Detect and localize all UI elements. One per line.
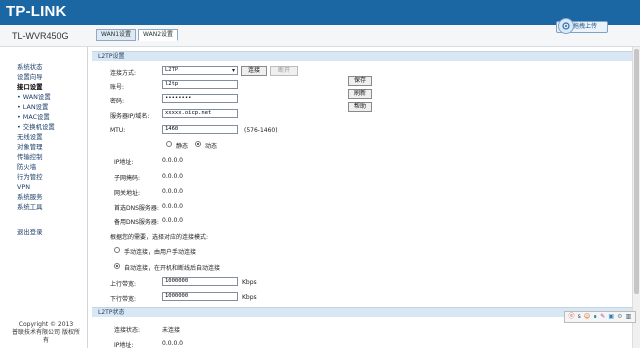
download-input[interactable]: 1000000	[162, 292, 238, 301]
dns1-value: 0.0.0.0	[162, 203, 183, 210]
conn-type-value: L2TP	[165, 67, 179, 73]
conn-state-value: 未连接	[162, 327, 181, 334]
sidebar-item-interface[interactable]: 接口设置	[17, 82, 55, 92]
menu-icon[interactable]: ▥	[626, 313, 632, 321]
sidebar-item-vpn[interactable]: VPN	[17, 182, 55, 192]
upload-label: 上行带宽:	[110, 281, 137, 288]
password-label: 密码:	[110, 98, 125, 105]
upload-icon[interactable]	[558, 18, 574, 34]
sidebar-item-transfer[interactable]: 传输控制	[17, 152, 55, 162]
static-radio[interactable]	[166, 141, 172, 147]
sidebar-nav: 系统状态 设置向导 接口设置 • WAN设置 • LAN设置 • MAC设置 •…	[0, 47, 88, 348]
sidebar-item-wireless[interactable]: 无线设置	[17, 132, 55, 142]
mask-value: 0.0.0.0	[162, 173, 183, 180]
sidebar-item-switch[interactable]: • 交换机设置	[17, 122, 55, 132]
sidebar-item-mac[interactable]: • MAC设置	[17, 112, 55, 122]
ip-label: IP地址:	[114, 159, 134, 166]
refresh-button[interactable]: 刷新	[348, 89, 372, 99]
status-ip-value: 0.0.0.0	[162, 340, 183, 347]
manual-label: 手动连接，由用户手动连接	[124, 249, 197, 256]
connect-button[interactable]: 连接	[241, 66, 267, 76]
sidebar-item-objects[interactable]: 对象管理	[17, 142, 55, 152]
settings-icon[interactable]: ⚙	[617, 313, 622, 321]
sidebar-item-firewall[interactable]: 防火墙	[17, 162, 55, 172]
conn-state-label: 连接状态:	[114, 327, 141, 334]
server-label: 服务器IP/域名:	[110, 113, 150, 120]
sidebar-item-setup-wizard[interactable]: 设置向导	[17, 72, 55, 82]
download-unit: Kbps	[242, 294, 257, 301]
pen-icon[interactable]: ✎	[600, 313, 605, 321]
input-toolbox: ⓔ ѕ ☺ ∎ ✎ ▣ ⚙ ▥	[564, 311, 636, 323]
copyright-line: 有	[42, 337, 49, 344]
top-header: TP-LINK	[0, 0, 640, 25]
gateway-value: 0.0.0.0	[162, 188, 183, 195]
static-label: 静态	[176, 143, 189, 150]
sidebar-item-wan[interactable]: • WAN设置	[17, 92, 55, 102]
logout-link[interactable]: 退出登录	[17, 227, 43, 236]
sub-header: TL-WVR450G WAN1设置 WAN2设置	[0, 25, 640, 47]
sidebar-item-lan[interactable]: • LAN设置	[17, 102, 55, 112]
save-button[interactable]: 保存	[348, 76, 372, 86]
punctuation-icon[interactable]: ѕ	[578, 313, 581, 321]
mode-prompt: 根据您的需要，选择对应的连接模式:	[110, 234, 209, 241]
manual-radio[interactable]	[114, 247, 120, 253]
server-input[interactable]: xxxxx.oicp.net	[162, 109, 238, 118]
skin-icon[interactable]: ▣	[608, 313, 614, 321]
conn-type-select[interactable]: L2TP ▾	[162, 66, 238, 75]
auto-radio[interactable]	[114, 263, 120, 269]
dns1-label: 首选DNS服务器:	[114, 205, 159, 212]
dns2-label: 备用DNS服务器:	[114, 219, 159, 226]
dns2-value: 0.0.0.0	[162, 217, 183, 224]
tab-wan2[interactable]: WAN2设置	[138, 29, 179, 41]
account-label: 账号:	[110, 84, 125, 91]
tab-wan1[interactable]: WAN1设置	[96, 29, 137, 41]
mtu-label: MTU:	[110, 127, 126, 134]
account-input[interactable]: l2tp	[162, 80, 238, 89]
copyright-line: 普联技术有限公司 版权所	[12, 329, 80, 336]
mask-label: 子网掩码:	[114, 175, 141, 182]
tab-bar: WAN1设置 WAN2设置	[96, 29, 179, 43]
sidebar-item-system-status[interactable]: 系统状态	[17, 62, 55, 72]
ime-icon[interactable]: ⓔ	[569, 313, 575, 321]
dynamic-radio[interactable]	[195, 141, 201, 147]
ip-value: 0.0.0.0	[162, 157, 183, 164]
main-content: L2TP设置 连接方式: L2TP ▾ 连接 断开 账号: l2tp 密码: •…	[88, 47, 632, 348]
mtu-range: (576-1460)	[244, 127, 278, 134]
download-label: 下行带宽:	[110, 296, 137, 303]
upload-input[interactable]: 1000000	[162, 277, 238, 286]
gateway-label: 网关地址:	[114, 190, 141, 197]
upload-unit: Kbps	[242, 279, 257, 286]
mtu-input[interactable]: 1460	[162, 125, 238, 134]
conn-type-label: 连接方式:	[110, 70, 137, 77]
dynamic-label: 动态	[205, 143, 218, 150]
scrollbar-thumb[interactable]	[634, 49, 639, 294]
chevron-down-icon: ▾	[231, 67, 235, 74]
auto-label: 自动连接，在开机和断线后自动连接	[124, 265, 221, 272]
copyright-line: Copyright © 2013	[18, 321, 74, 328]
copyright-text: Copyright © 2013 普联技术有限公司 版权所 有	[6, 321, 86, 345]
status-ip-label: IP地址:	[114, 342, 134, 348]
help-button[interactable]: 帮助	[348, 102, 372, 112]
sidebar-item-services[interactable]: 系统服务	[17, 192, 55, 202]
brand-logo: TP-LINK	[6, 3, 67, 20]
disconnect-button[interactable]: 断开	[270, 66, 298, 76]
section-header-l2tp-status: L2TP状态	[92, 307, 632, 317]
password-input[interactable]: ••••••••	[162, 94, 238, 103]
section-header-l2tp-settings: L2TP设置	[92, 51, 632, 61]
model-name: TL-WVR450G	[12, 31, 69, 41]
sidebar-item-tools[interactable]: 系统工具	[17, 202, 55, 212]
keyboard-icon[interactable]: ∎	[593, 313, 597, 321]
sidebar-item-behavior[interactable]: 行为管控	[17, 172, 55, 182]
vertical-scrollbar[interactable]	[632, 47, 640, 348]
emoji-icon[interactable]: ☺	[584, 313, 590, 321]
